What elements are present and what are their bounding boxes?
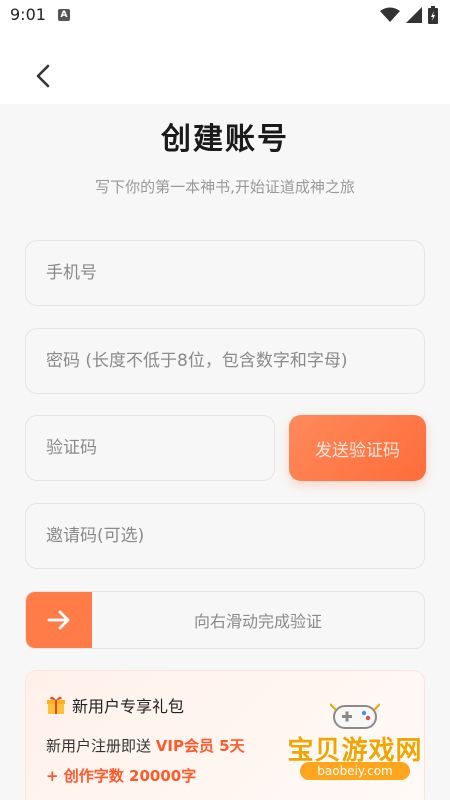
gift-title: 新用户专享礼包 [72,697,185,716]
password-field[interactable] [25,328,425,394]
app-header [0,32,450,104]
gift-line-1-prefix: 新用户注册即送 [46,737,156,755]
phone-input[interactable] [46,263,424,283]
gift-icon [47,696,65,714]
slide-verify: 向右滑动完成验证 [25,591,425,649]
page-subtitle: 写下你的第一本神书,开始证道成神之旅 [95,178,355,196]
password-input[interactable] [46,351,424,371]
register-page: 创建账号 写下你的第一本神书,开始证道成神之旅 发送验证码 向右滑动完成验证 [0,104,450,800]
notification-icon: A [58,9,70,21]
gamepad-icon [330,703,380,729]
arrow-right-icon [47,610,70,630]
signal-icon [406,7,422,23]
gift-line-1: 新用户注册即送 VIP会员 5天 [46,735,245,756]
verification-code-field[interactable] [25,415,275,481]
invite-code-input[interactable] [46,526,424,546]
wifi-icon [380,7,400,22]
watermark-url: baobeiy.com [300,762,410,780]
slider-handle[interactable] [26,592,92,648]
phone-field[interactable] [25,240,425,306]
chevron-left-icon [36,64,50,88]
page-title: 创建账号 [161,122,289,157]
gift-title-row: 新用户专享礼包 [46,693,184,717]
slider-text: 向右滑动完成验证 [193,612,322,631]
gift-line-2: + 创作字数 20000字 [46,767,197,785]
invite-code-field[interactable] [25,503,425,569]
status-icons [380,6,438,24]
gift-vip-highlight: VIP会员 5天 [155,737,245,755]
send-code-button[interactable]: 发送验证码 [289,415,426,481]
status-time: 9:01 [10,5,46,24]
verification-code-input[interactable] [46,438,274,458]
battery-icon [428,6,438,24]
status-bar: 9:01 A [0,0,450,32]
watermark: 宝贝游戏网 baobeiy.com [270,700,440,796]
back-button[interactable] [30,62,58,90]
